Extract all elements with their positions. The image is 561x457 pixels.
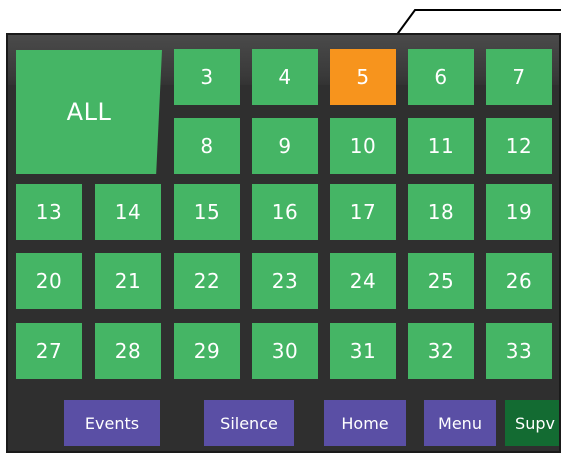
zone-10-button[interactable]: 10 xyxy=(330,118,396,174)
zone-12-button[interactable]: 12 xyxy=(486,118,552,174)
silence-button[interactable]: Silence xyxy=(204,400,294,446)
zone-8-button[interactable]: 8 xyxy=(174,118,240,174)
control-panel: ALL 3 4 5 6 7 8 9 10 11 12 13 14 15 16 1… xyxy=(6,33,561,453)
zone-3-button[interactable]: 3 xyxy=(174,49,240,105)
zone-33-button[interactable]: 33 xyxy=(486,323,552,379)
zone-24-button[interactable]: 24 xyxy=(330,253,396,309)
zone-31-button[interactable]: 31 xyxy=(330,323,396,379)
zone-9-button[interactable]: 9 xyxy=(252,118,318,174)
zone-4-button[interactable]: 4 xyxy=(252,49,318,105)
zone-23-button[interactable]: 23 xyxy=(252,253,318,309)
zone-22-button[interactable]: 22 xyxy=(174,253,240,309)
menu-button[interactable]: Menu xyxy=(424,400,496,446)
zone-6-button[interactable]: 6 xyxy=(408,49,474,105)
zone-32-button[interactable]: 32 xyxy=(408,323,474,379)
screen: ALL 3 4 5 6 7 8 9 10 11 12 13 14 15 16 1… xyxy=(0,0,561,457)
zone-20-button[interactable]: 20 xyxy=(16,253,82,309)
zone-29-button[interactable]: 29 xyxy=(174,323,240,379)
zone-13-button[interactable]: 13 xyxy=(16,184,82,240)
zone-5-button[interactable]: 5 xyxy=(330,49,396,105)
zone-14-button[interactable]: 14 xyxy=(95,184,161,240)
zone-18-button[interactable]: 18 xyxy=(408,184,474,240)
zone-21-button[interactable]: 21 xyxy=(95,253,161,309)
zone-27-button[interactable]: 27 xyxy=(16,323,82,379)
zone-17-button[interactable]: 17 xyxy=(330,184,396,240)
zone-15-button[interactable]: 15 xyxy=(174,184,240,240)
home-button[interactable]: Home xyxy=(324,400,406,446)
zone-19-button[interactable]: 19 xyxy=(486,184,552,240)
zone-11-button[interactable]: 11 xyxy=(408,118,474,174)
zone-7-button[interactable]: 7 xyxy=(486,49,552,105)
zone-16-button[interactable]: 16 xyxy=(252,184,318,240)
zone-28-button[interactable]: 28 xyxy=(95,323,161,379)
zone-25-button[interactable]: 25 xyxy=(408,253,474,309)
zone-all-button[interactable]: ALL xyxy=(16,50,162,174)
supv-button[interactable]: Supv xyxy=(505,400,559,446)
events-button[interactable]: Events xyxy=(64,400,160,446)
zone-26-button[interactable]: 26 xyxy=(486,253,552,309)
zone-30-button[interactable]: 30 xyxy=(252,323,318,379)
